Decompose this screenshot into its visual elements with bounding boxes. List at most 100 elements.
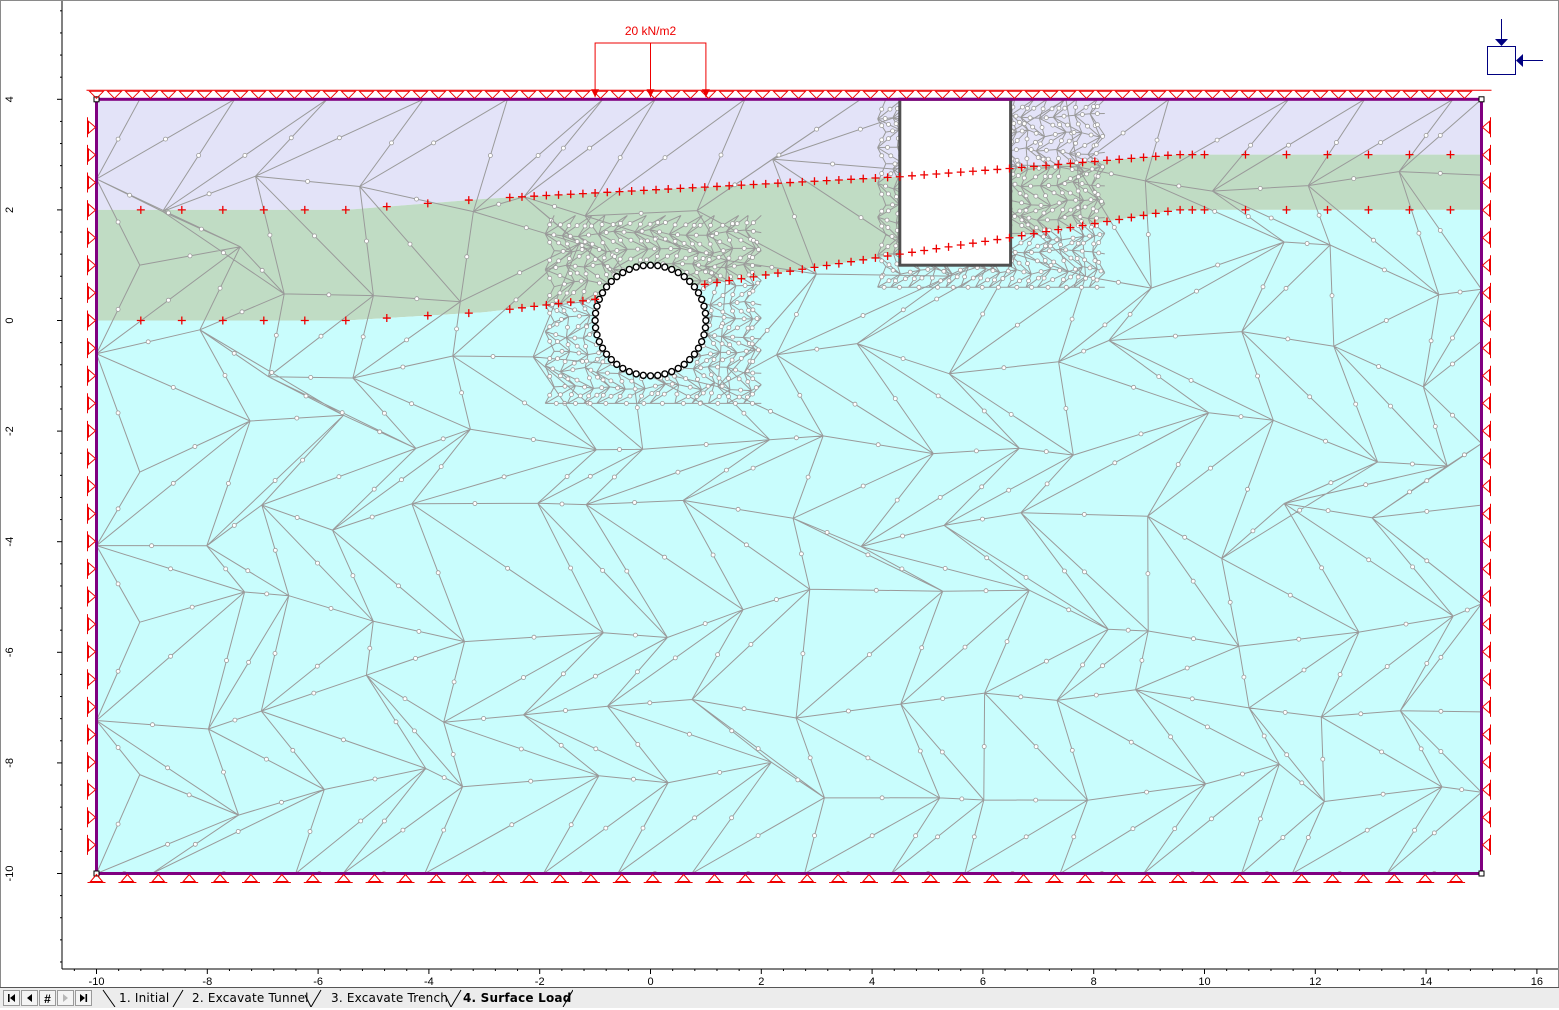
mesh-node — [400, 827, 406, 833]
mesh-node — [700, 390, 706, 396]
mesh-node — [575, 324, 581, 329]
mesh-node — [617, 256, 623, 262]
next-stage-button[interactable] — [57, 990, 74, 1006]
mesh-node — [196, 152, 202, 158]
mesh-node — [663, 220, 668, 225]
top-roller-restraint — [1006, 90, 1023, 100]
stage-number-button[interactable]: # — [39, 990, 56, 1006]
mesh-node — [1018, 694, 1024, 700]
tunnel-liner-node — [632, 263, 640, 271]
mesh-node — [1212, 208, 1218, 214]
mesh-node — [438, 464, 444, 470]
last-stage-button[interactable] — [75, 990, 92, 1006]
model-viewport[interactable]: 20 kN/m2 -10 -8 -6 -4 -2 0 2 4 6 8 10 12 14 16 4 2 0 -2 -4… — [0, 0, 1559, 988]
mesh-node — [888, 171, 894, 177]
mesh-node — [769, 264, 775, 270]
mesh-node — [745, 325, 751, 331]
mesh-node — [715, 364, 720, 370]
mesh-node — [1079, 284, 1084, 290]
mesh-node — [562, 281, 567, 287]
mesh-node — [496, 201, 502, 207]
mesh-node — [170, 480, 176, 486]
mesh-node — [1268, 215, 1274, 221]
left-roller-restraint — [87, 310, 97, 331]
mesh-node — [603, 825, 609, 831]
mesh-node — [1004, 639, 1010, 644]
left-roller-restraint — [87, 338, 97, 359]
mesh-node — [1096, 259, 1102, 265]
mesh-node — [1379, 749, 1384, 755]
tunnel-liner-node — [632, 370, 640, 378]
right-roller-restraint — [1481, 779, 1491, 800]
mesh-node — [805, 474, 811, 480]
right-roller-restraint — [1481, 200, 1491, 221]
tab-stage-3[interactable]: 3. Excavate Trench — [325, 989, 454, 1007]
mesh-node — [1033, 130, 1039, 136]
mesh-node — [305, 178, 311, 184]
mesh-node — [1364, 827, 1370, 833]
mesh-node — [369, 514, 375, 520]
mesh-node — [751, 237, 756, 243]
mesh-canvas[interactable]: 20 kN/m2 -10 -8 -6 -4 -2 0 2 4 6 8 10 12 14 16420-2-4… — [1, 1, 1558, 988]
mesh-node — [1424, 661, 1430, 666]
mesh-node — [389, 140, 394, 146]
mesh-node — [981, 744, 987, 749]
mesh-node — [1261, 733, 1267, 739]
mesh-node — [547, 338, 553, 344]
mesh-node — [703, 250, 709, 256]
bottom-pin-restraint — [1354, 873, 1373, 883]
mesh-node — [603, 400, 609, 406]
mesh-node — [1304, 241, 1310, 246]
tab-stage-1[interactable]: 1. Initial — [113, 989, 175, 1007]
mesh-node — [1058, 242, 1063, 248]
mesh-node — [1188, 377, 1194, 383]
mesh-node — [900, 533, 905, 539]
mesh-node — [674, 253, 680, 259]
mesh-node — [886, 122, 891, 127]
mesh-node — [300, 457, 306, 463]
mesh-node — [730, 308, 735, 314]
mesh-node — [729, 728, 735, 734]
tab-stage-2[interactable]: 2. Excavate Tunnel — [186, 989, 315, 1007]
mesh-node — [1056, 200, 1062, 206]
mesh-node — [962, 644, 968, 650]
mesh-node — [852, 401, 858, 407]
mesh-node — [1083, 104, 1089, 110]
mesh-node — [1095, 173, 1101, 179]
mesh-node — [635, 669, 640, 675]
mesh-node — [556, 240, 562, 246]
mesh-node — [738, 237, 744, 243]
mesh-node — [1029, 249, 1034, 255]
mesh-node — [1075, 274, 1081, 280]
mesh-node — [974, 448, 979, 454]
mesh-node — [691, 222, 697, 228]
boundary-vertex — [1478, 96, 1485, 103]
left-roller-restraint — [87, 476, 97, 497]
previous-stage-button[interactable] — [21, 990, 38, 1006]
mesh-node — [1079, 181, 1085, 187]
tab-stage-4[interactable]: 4. Surface Load — [457, 989, 578, 1007]
mesh-node — [660, 400, 665, 406]
left-roller-restraint — [87, 614, 97, 635]
mesh-node — [1307, 394, 1313, 400]
mesh-node — [1182, 534, 1188, 540]
first-stage-button[interactable] — [3, 990, 20, 1006]
mesh-node — [115, 306, 121, 312]
mesh-node — [749, 341, 755, 347]
mesh-node — [628, 256, 634, 262]
mesh-node — [1069, 747, 1075, 753]
top-roller-restraint — [520, 90, 537, 100]
mesh-node — [187, 253, 193, 259]
mesh-node — [593, 746, 599, 752]
mesh-node — [795, 777, 801, 783]
distributed-load[interactable]: 20 kN/m2 — [591, 24, 710, 98]
bottom-pin-restraint — [798, 873, 817, 883]
mesh-node — [1048, 243, 1053, 249]
mesh-node — [1238, 414, 1244, 420]
mesh-node — [1094, 277, 1100, 283]
left-roller-restraint — [87, 503, 97, 524]
mesh-node — [727, 237, 732, 243]
mesh-node — [1044, 658, 1049, 664]
mesh-node — [617, 393, 623, 399]
mesh-node — [1041, 275, 1047, 281]
